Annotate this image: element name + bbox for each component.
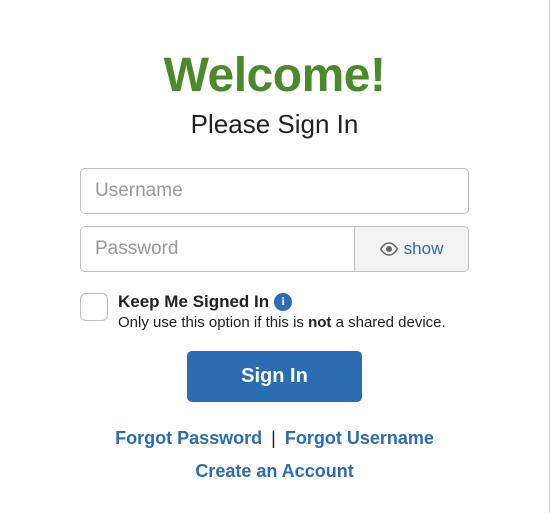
- create-account-row: Create an Account: [80, 461, 469, 482]
- forgot-links-row: Forgot Password | Forgot Username: [80, 428, 469, 449]
- create-account-link[interactable]: Create an Account: [195, 461, 353, 481]
- username-input[interactable]: [80, 168, 469, 214]
- keep-signed-row: Keep Me Signed In i Only use this option…: [80, 292, 469, 331]
- link-divider: |: [271, 428, 276, 448]
- signin-subtitle: Please Sign In: [80, 109, 469, 140]
- keep-signed-checkbox[interactable]: [80, 293, 108, 321]
- keep-signed-label: Keep Me Signed In i: [118, 292, 292, 312]
- welcome-title: Welcome!: [80, 50, 469, 103]
- show-password-button[interactable]: show: [354, 226, 469, 272]
- show-label: show: [404, 239, 444, 259]
- forgot-username-link[interactable]: Forgot Username: [285, 428, 434, 448]
- password-input[interactable]: [80, 226, 354, 272]
- keep-signed-hint: Only use this option if this is not a sh…: [118, 314, 469, 331]
- forgot-password-link[interactable]: Forgot Password: [115, 428, 262, 448]
- password-row: show: [80, 226, 469, 272]
- eye-icon: [380, 240, 398, 258]
- keep-signed-text: Keep Me Signed In i Only use this option…: [118, 292, 469, 331]
- info-icon[interactable]: i: [274, 293, 292, 311]
- signin-button[interactable]: Sign In: [187, 351, 362, 402]
- login-form-container: Welcome! Please Sign In show Keep Me Sig…: [0, 0, 549, 512]
